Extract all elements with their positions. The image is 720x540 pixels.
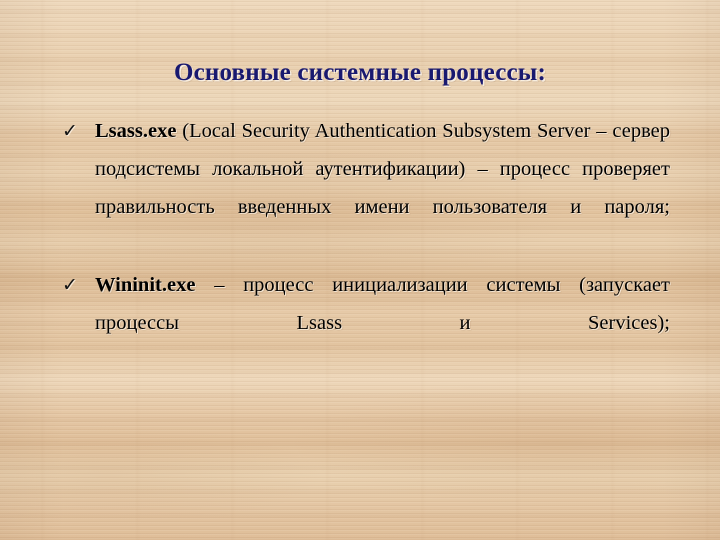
process-name-wininit: Wininit.exe <box>95 274 196 296</box>
list-item: ✓ Wininit.exe – процесс инициализации сис… <box>62 266 670 380</box>
check-mark-icon: ✓ <box>62 274 78 296</box>
process-name-lsass: Lsass.exe <box>95 120 177 142</box>
bullet-list: ✓ Lsass.exe (Local Security Authenticatio… <box>62 112 670 382</box>
presentation-slide: Основные системные процессы: ✓ Lsass.exe … <box>0 0 720 540</box>
page-title: Основные системные процессы: <box>173 59 547 86</box>
process-description-lsass: (Local Security Authentication Subsystem… <box>95 120 671 218</box>
list-item: ✓ Lsass.exe (Local Security Authenticatio… <box>62 112 670 264</box>
slide-content: Основные системные процессы: ✓ Lsass.exe … <box>0 0 720 540</box>
check-mark-icon: ✓ <box>62 120 78 142</box>
